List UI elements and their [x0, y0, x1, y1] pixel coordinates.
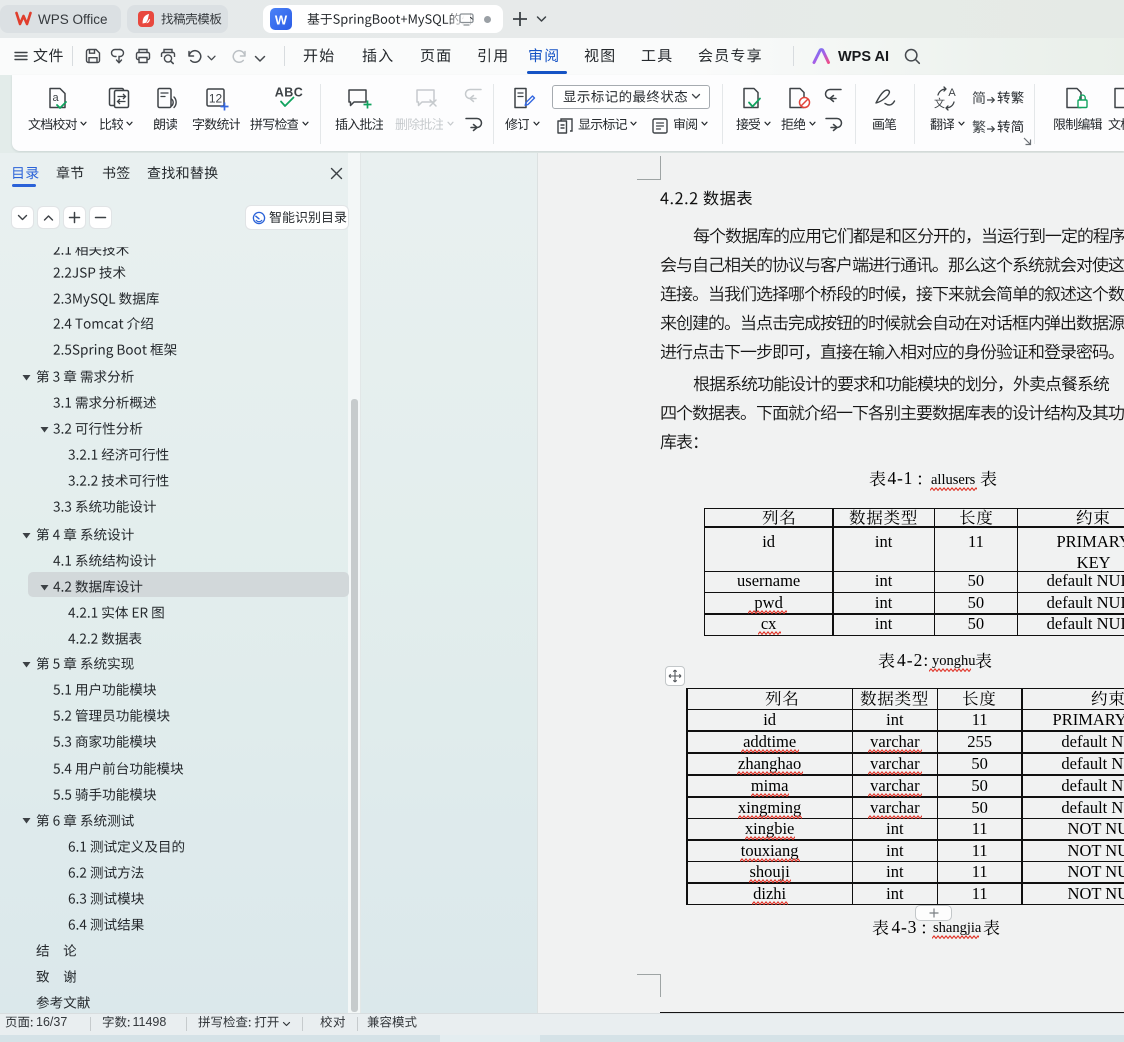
svg-text:A: A	[948, 87, 956, 99]
svg-text:ABC: ABC	[275, 86, 304, 100]
svg-text:12: 12	[209, 92, 223, 106]
svg-text:文: 文	[934, 96, 945, 110]
svg-text:W: W	[275, 13, 288, 28]
svg-text:a: a	[52, 92, 59, 104]
